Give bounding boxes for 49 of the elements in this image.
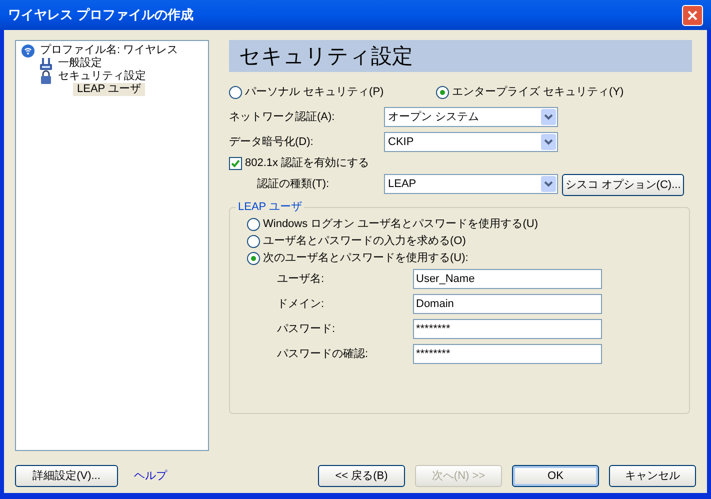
dropdown-value: オープン システム	[388, 110, 480, 125]
chevron-down-icon	[541, 176, 556, 192]
radio-label: ユーザ名とパスワードの入力を求める(O)	[263, 234, 466, 250]
dropdown[interactable]: LEAP	[384, 174, 558, 194]
field-label: パスワード:	[276, 322, 336, 337]
input-field[interactable]: Domain	[413, 294, 602, 314]
tree-item[interactable]: セキュリティ設定	[56, 70, 148, 83]
field-label: 認証の種類(T):	[256, 176, 330, 192]
dropdown[interactable]: CKIP	[384, 132, 558, 152]
input-field[interactable]: ********	[413, 344, 602, 364]
radio-button[interactable]	[436, 86, 449, 99]
tree-item[interactable]: プロファイル名: ワイヤレス	[38, 44, 180, 57]
field-label: ネットワーク認証(A):	[229, 110, 336, 125]
dialog-button[interactable]: OK	[512, 465, 599, 487]
radio-button[interactable]	[247, 235, 260, 248]
tree-item[interactable]: LEAP ユーザ	[73, 83, 145, 96]
section-header: セキュリティ設定	[229, 40, 692, 72]
cisco-options-button[interactable]: シスコ オプション(C)...	[562, 174, 684, 196]
dropdown-value: CKIP	[388, 134, 414, 150]
radio-button[interactable]	[247, 218, 260, 232]
input-field[interactable]: User_Name	[413, 269, 602, 290]
radio-label: Windows ログオン ユーザ名とパスワードを使用する(U)	[263, 217, 538, 232]
chevron-down-icon	[541, 134, 556, 150]
checkbox-label: 802.1x 認証を有効にする	[245, 156, 370, 171]
radio-button[interactable]	[247, 252, 260, 266]
dialog-button[interactable]: << 戻る(B)	[318, 465, 405, 487]
field-label: ユーザ名:	[276, 272, 326, 287]
lock-icon	[39, 70, 53, 84]
advanced-settings-button[interactable]: 詳細設定(V)...	[15, 465, 118, 487]
field-label: データ暗号化(D):	[229, 134, 314, 150]
radio-label: 次のユーザ名とパスワードを使用する(U):	[263, 251, 468, 266]
network-icon	[39, 56, 53, 70]
close-icon	[687, 10, 698, 20]
radio-label: パーソナル セキュリティ(P)	[245, 85, 384, 100]
close-button[interactable]	[682, 4, 703, 26]
field-label: ドメイン:	[276, 297, 326, 312]
checkbox[interactable]	[229, 156, 242, 170]
wireless-icon	[21, 44, 35, 58]
radio-button[interactable]	[229, 86, 242, 99]
help-link[interactable]: ヘルプ	[134, 468, 167, 484]
chevron-down-icon	[541, 109, 556, 125]
field-label: パスワードの確認:	[276, 347, 370, 362]
radio-label: エンタープライズ セキュリティ(Y)	[452, 85, 624, 100]
tree-item[interactable]: 一般設定	[56, 57, 104, 70]
dropdown[interactable]: オープン システム	[384, 107, 558, 127]
dialog-button[interactable]: キャンセル	[609, 465, 696, 487]
window-title: ワイヤレス プロファイルの作成	[8, 6, 194, 24]
input-field[interactable]: ********	[413, 319, 602, 340]
dropdown-value: LEAP	[388, 176, 416, 192]
